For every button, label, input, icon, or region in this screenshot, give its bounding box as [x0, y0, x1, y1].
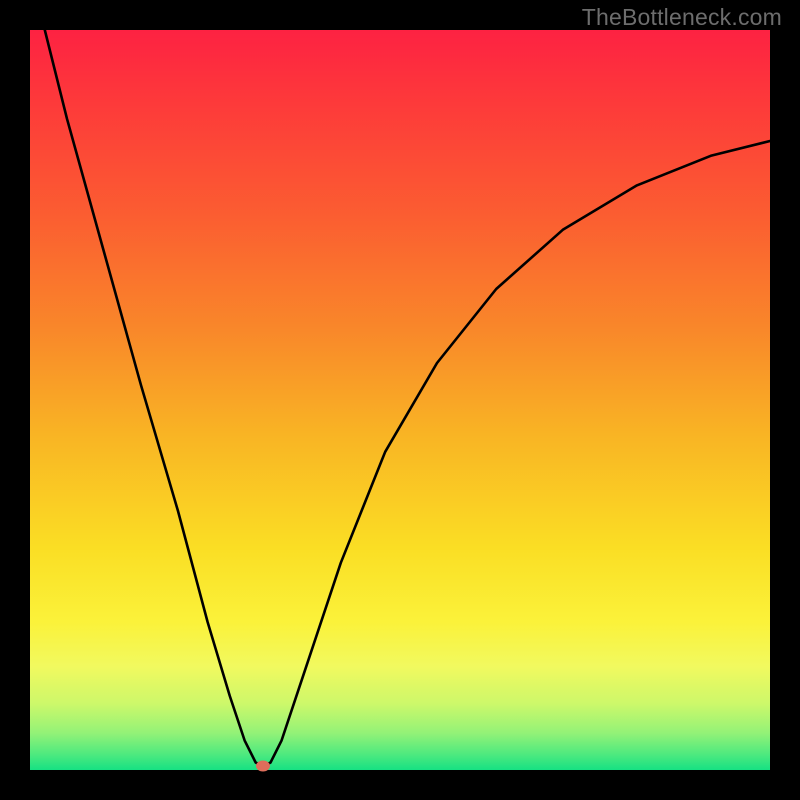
bottleneck-curve [45, 30, 770, 766]
curve-svg [30, 30, 770, 770]
plot-area [30, 30, 770, 770]
minimum-marker-icon [256, 761, 270, 772]
watermark-text: TheBottleneck.com [582, 4, 782, 31]
chart-frame: TheBottleneck.com [0, 0, 800, 800]
